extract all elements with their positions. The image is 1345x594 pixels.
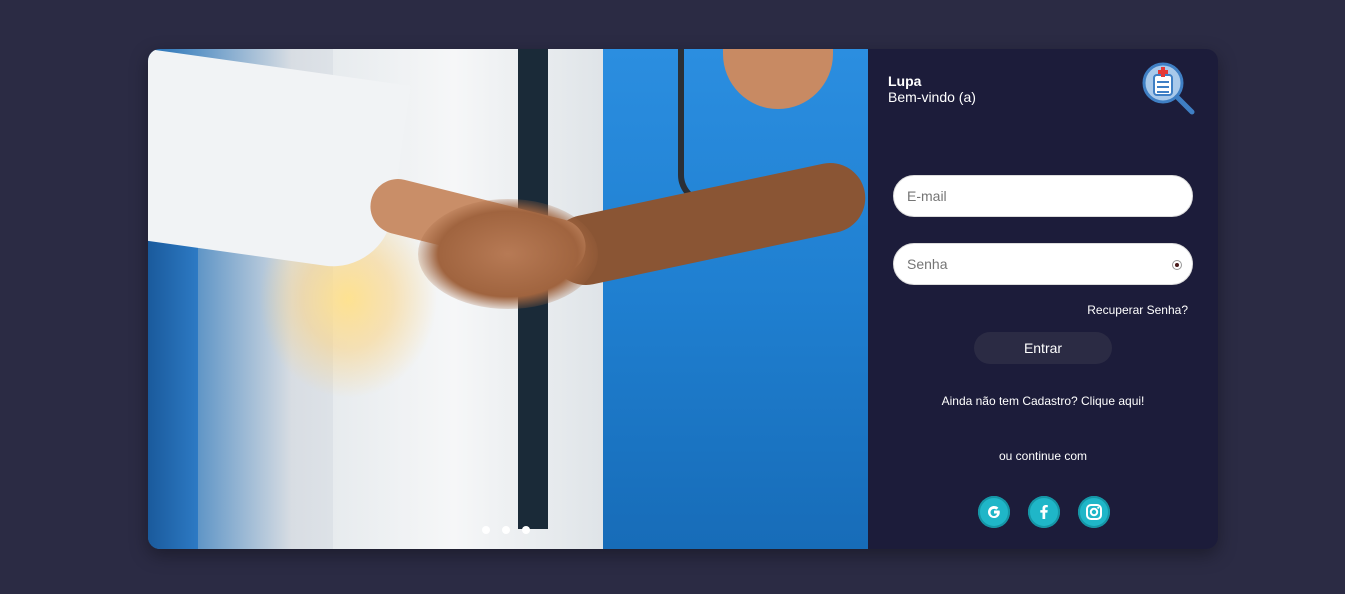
password-input[interactable]: [894, 244, 1157, 284]
carousel-dot-2[interactable]: [502, 526, 510, 534]
welcome-text: Bem-vindo (a): [888, 89, 976, 105]
google-login-button[interactable]: [978, 496, 1010, 528]
facebook-login-button[interactable]: [1028, 496, 1060, 528]
instagram-login-button[interactable]: [1078, 496, 1110, 528]
brand-name: Lupa: [888, 73, 922, 89]
social-login: [978, 496, 1110, 528]
login-panel: Lupa Bem-vindo (a) Recuperar Senha? Entr…: [868, 49, 1218, 549]
facebook-icon: [1040, 505, 1048, 519]
password-field: [893, 243, 1193, 285]
carousel-dot-3[interactable]: [522, 526, 530, 534]
instagram-icon: [1086, 504, 1102, 520]
login-button[interactable]: Entrar: [974, 332, 1112, 364]
email-field: [893, 175, 1193, 217]
signup-link[interactable]: Ainda não tem Cadastro? Clique aqui!: [868, 394, 1218, 408]
carousel-indicators: [482, 526, 530, 534]
recover-password-link[interactable]: Recuperar Senha?: [1087, 303, 1188, 317]
login-card: Lupa Bem-vindo (a) Recuperar Senha? Entr…: [148, 49, 1218, 549]
show-password-icon[interactable]: [1172, 260, 1182, 270]
hero-image: [148, 49, 868, 549]
brand: Lupa Bem-vindo (a): [888, 73, 976, 105]
email-input[interactable]: [894, 176, 1157, 216]
continue-with-label: ou continue com: [998, 449, 1088, 463]
google-icon: [988, 506, 1000, 518]
carousel-dot-1[interactable]: [482, 526, 490, 534]
lupa-logo-icon: [1142, 62, 1195, 115]
